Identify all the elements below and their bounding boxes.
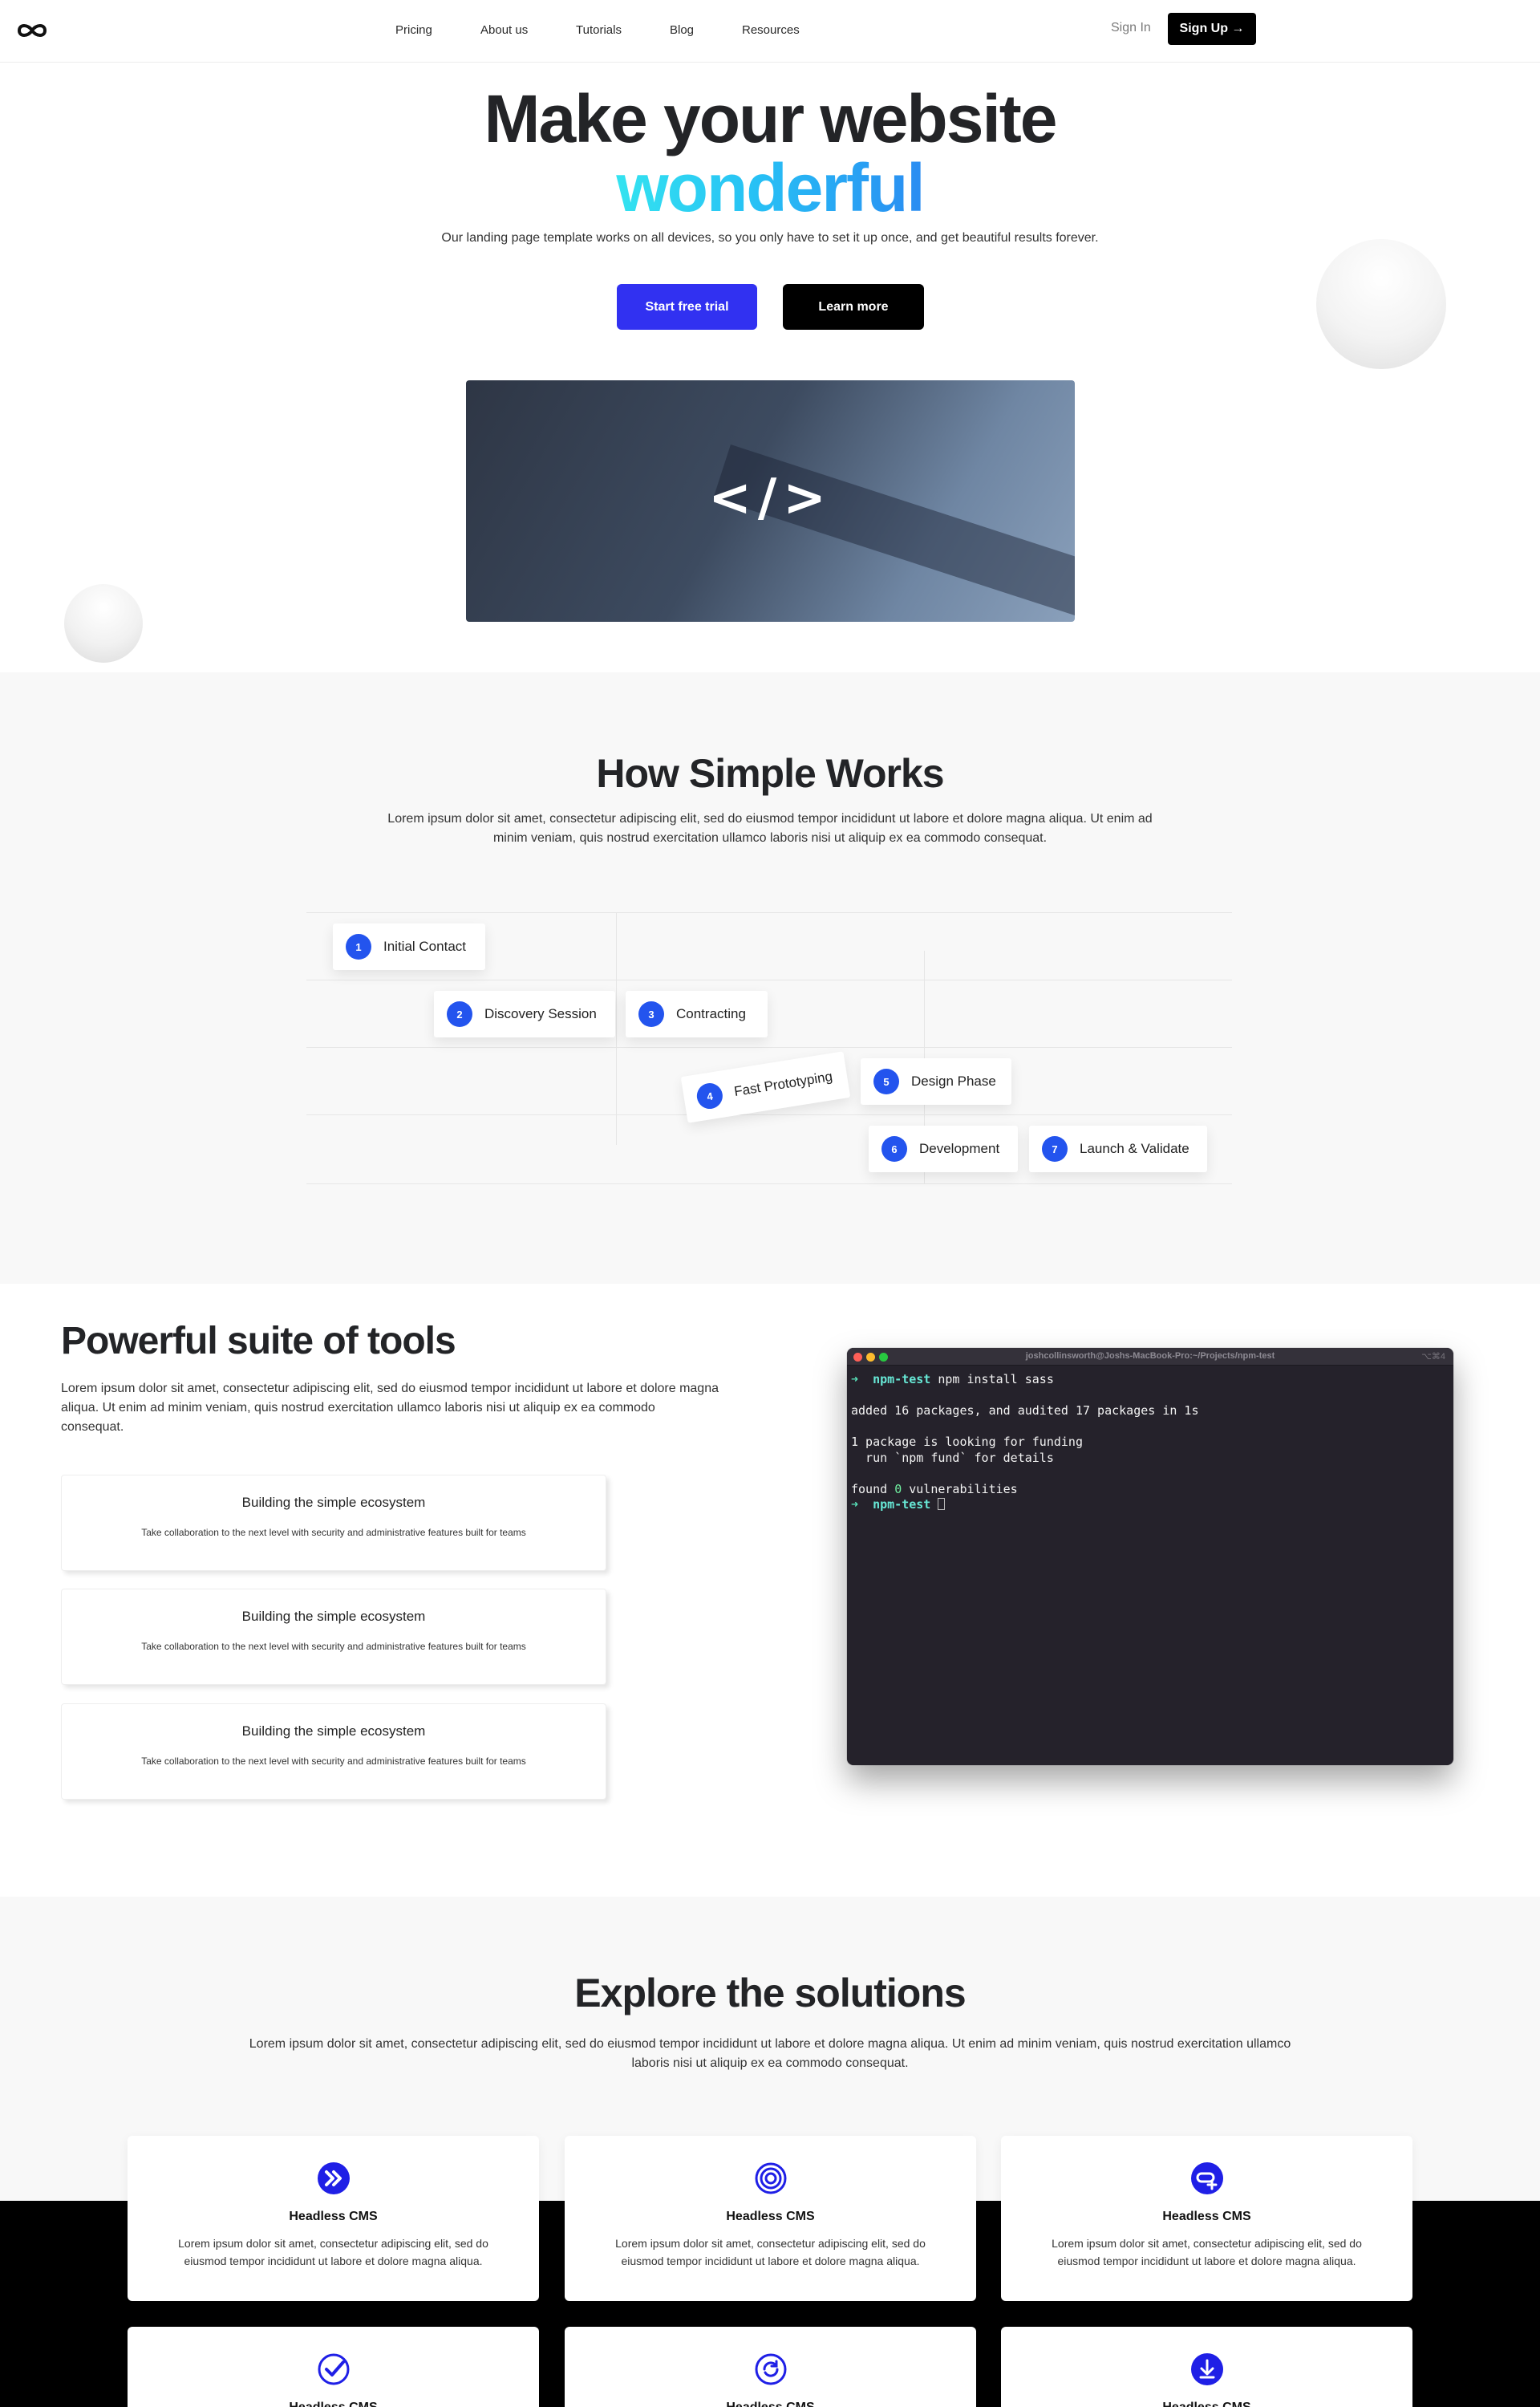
top-navbar: Pricing About us Tutorials Blog Resource… xyxy=(0,0,1540,63)
grid-line xyxy=(306,912,1232,913)
solution-card[interactable]: Headless CMS xyxy=(565,2327,976,2407)
solution-card[interactable]: Headless CMS Lorem ipsum dolor sit amet,… xyxy=(128,2136,539,2301)
step-discovery-session: 2 Discovery Session xyxy=(434,991,615,1037)
step-number: 1 xyxy=(346,934,371,960)
solution-card-title: Headless CMS xyxy=(1162,2210,1251,2223)
grid-line xyxy=(306,1114,1232,1115)
tools-section-title: Powerful suite of tools xyxy=(61,1320,456,1362)
step-design-phase: 5 Design Phase xyxy=(861,1058,1011,1105)
solution-card-title: Headless CMS xyxy=(1001,2401,1412,2407)
step-label: Initial Contact xyxy=(383,939,466,954)
tools-section-description: Lorem ipsum dolor sit amet, consectetur … xyxy=(61,1382,719,1434)
how-section-title: How Simple Works xyxy=(596,751,944,796)
terminal-shortcut: ⌥⌘4 xyxy=(1421,1352,1445,1362)
feature-card-text: Take collaboration to the next level wit… xyxy=(141,1641,526,1652)
learn-more-button[interactable]: Learn more xyxy=(783,284,924,330)
solutions-section-description: Lorem ipsum dolor sit amet, consectetur … xyxy=(249,2037,1291,2070)
solution-card-text: Lorem ipsum dolor sit amet, consectetur … xyxy=(615,2237,926,2267)
target-icon xyxy=(755,2162,787,2194)
code-brackets-icon: </> xyxy=(708,469,833,528)
download-icon xyxy=(1191,2353,1223,2385)
solution-card-title: Headless CMS xyxy=(565,2401,976,2407)
sign-in-link[interactable]: Sign In xyxy=(1111,21,1151,35)
terminal-line: added 16 packages, and audited 17 packag… xyxy=(851,1403,1199,1418)
solutions-section-title: Explore the solutions xyxy=(574,1971,966,2015)
terminal-title-bar: joshcollinsworth@Joshs-MacBook-Pro:~/Pro… xyxy=(847,1348,1453,1366)
terminal-cursor xyxy=(938,1498,946,1510)
feature-card[interactable]: Building the simple ecosystem Take colla… xyxy=(61,1475,606,1571)
step-initial-contact: 1 Initial Contact xyxy=(333,923,485,970)
prompt-directory: npm-test xyxy=(873,1372,931,1386)
step-number: 7 xyxy=(1042,1136,1068,1162)
terminal-line: found xyxy=(851,1481,895,1496)
solution-card-text: Lorem ipsum dolor sit amet, consectetur … xyxy=(1052,2237,1362,2267)
step-label: Fast Prototyping xyxy=(732,1068,834,1100)
hero-title: Make your website xyxy=(484,81,1058,156)
step-label: Contracting xyxy=(676,1006,746,1021)
step-number: 5 xyxy=(873,1069,899,1094)
terminal-title: joshcollinsworth@Joshs-MacBook-Pro:~/Pro… xyxy=(1025,1351,1275,1361)
hero-subtitle: Our landing page template works on all d… xyxy=(441,231,1099,245)
feature-card[interactable]: Building the simple ecosystem Take colla… xyxy=(61,1589,606,1685)
feature-card-title: Building the simple ecosystem xyxy=(241,1723,426,1739)
terminal-line: vulnerabilities xyxy=(902,1481,1018,1496)
nav-link-resources[interactable]: Resources xyxy=(742,23,800,37)
nav-link-pricing[interactable]: Pricing xyxy=(395,23,432,37)
terminal-line: run `npm fund` for details xyxy=(851,1450,1054,1465)
prompt-directory: npm-test xyxy=(873,1497,931,1512)
step-development: 6 Development xyxy=(869,1126,1018,1172)
grid-line xyxy=(306,1047,1232,1048)
nav-link-blog[interactable]: Blog xyxy=(670,23,694,37)
sign-up-button[interactable]: Sign Up → xyxy=(1168,13,1256,45)
terminal-command: npm install sass xyxy=(938,1372,1054,1386)
step-number: 4 xyxy=(695,1081,725,1111)
how-section-description: Lorem ipsum dolor sit amet, consectetur … xyxy=(387,812,1153,845)
hero-media-image: </> xyxy=(466,380,1075,622)
nav-link-tutorials[interactable]: Tutorials xyxy=(576,23,622,37)
solution-card-title: Headless CMS xyxy=(128,2401,539,2407)
hero-accent-text: wonderful xyxy=(616,150,925,225)
solution-card[interactable]: Headless CMS Lorem ipsum dolor sit amet,… xyxy=(565,2136,976,2301)
solution-card-text: Lorem ipsum dolor sit amet, consectetur … xyxy=(178,2237,488,2267)
step-contracting: 3 Contracting xyxy=(626,991,768,1037)
link-plus-icon xyxy=(1191,2162,1223,2194)
step-label: Launch & Validate xyxy=(1080,1141,1189,1156)
solution-card[interactable]: Headless CMS xyxy=(128,2327,539,2407)
step-label: Design Phase xyxy=(911,1074,996,1089)
step-label: Development xyxy=(919,1141,1000,1156)
solution-card-title: Headless CMS xyxy=(289,2210,378,2223)
feature-card-text: Take collaboration to the next level wit… xyxy=(141,1756,526,1767)
solution-card[interactable]: Headless CMS xyxy=(1001,2327,1412,2407)
fast-forward-icon xyxy=(318,2162,350,2194)
solution-card-title: Headless CMS xyxy=(726,2210,815,2223)
nav-link-about-us[interactable]: About us xyxy=(480,23,528,37)
feature-card-text: Take collaboration to the next level wit… xyxy=(141,1527,526,1538)
prompt-arrow-icon: ➜ xyxy=(851,1372,859,1386)
refresh-icon xyxy=(755,2353,787,2385)
prompt-arrow-icon: ➜ xyxy=(851,1497,859,1512)
step-number: 6 xyxy=(881,1136,907,1162)
feature-card-title: Building the simple ecosystem xyxy=(241,1609,426,1624)
vulnerability-count: 0 xyxy=(894,1481,902,1496)
feature-card-title: Building the simple ecosystem xyxy=(241,1495,426,1510)
terminal-window: joshcollinsworth@Joshs-MacBook-Pro:~/Pro… xyxy=(847,1348,1453,1765)
terminal-line: 1 package is looking for funding xyxy=(851,1435,1083,1449)
feature-card[interactable]: Building the simple ecosystem Take colla… xyxy=(61,1703,606,1800)
step-number: 3 xyxy=(638,1001,664,1027)
terminal-output[interactable]: ➜ npm-test npm install sass added 16 pac… xyxy=(851,1372,1445,1513)
hero-accent-title: wonderful xyxy=(0,154,1540,221)
decorative-sphere-large xyxy=(1316,239,1446,369)
check-circle-icon xyxy=(318,2353,350,2385)
solution-card[interactable]: Headless CMS Lorem ipsum dolor sit amet,… xyxy=(1001,2136,1412,2301)
step-launch-validate: 7 Launch & Validate xyxy=(1029,1126,1207,1172)
grid-line xyxy=(616,912,617,1145)
decorative-sphere-small xyxy=(64,584,143,663)
nav-links: Pricing About us Tutorials Blog Resource… xyxy=(0,0,1540,63)
start-free-trial-button[interactable]: Start free trial xyxy=(617,284,757,330)
step-number: 2 xyxy=(447,1001,472,1027)
step-label: Discovery Session xyxy=(484,1006,597,1021)
grid-line xyxy=(306,1183,1232,1184)
